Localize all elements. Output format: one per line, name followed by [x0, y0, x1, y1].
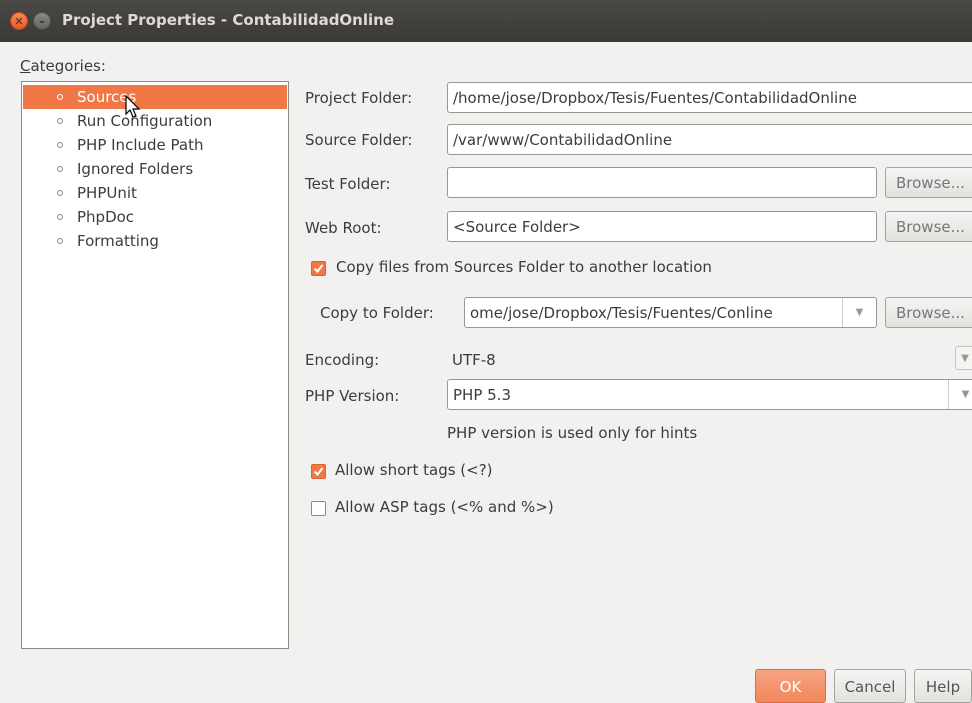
category-label: Ignored Folders	[77, 160, 194, 178]
copy-to-folder-value: ome/jose/Dropbox/Tesis/Fuentes/Conline	[470, 303, 773, 322]
bullet-icon	[57, 166, 63, 172]
category-label: Formatting	[77, 232, 159, 250]
bullet-icon	[57, 94, 63, 100]
copy-files-label[interactable]: Copy files from Sources Folder to anothe…	[336, 258, 712, 276]
project-folder-field[interactable]: /home/jose/Dropbox/Tesis/Fuentes/Contabi…	[447, 82, 972, 113]
bullet-icon	[57, 214, 63, 220]
bullet-icon	[57, 238, 63, 244]
web-root-label: Web Root:	[305, 219, 382, 237]
category-ignored-folders[interactable]: Ignored Folders	[23, 157, 287, 181]
web-root-browse-button[interactable]: Browse...	[885, 211, 972, 242]
category-label: PhpDoc	[77, 208, 135, 226]
test-folder-field[interactable]	[447, 167, 877, 198]
close-icon[interactable]: ✕	[10, 12, 28, 30]
categories-list[interactable]: Sources Run Configuration PHP Include Pa…	[21, 81, 289, 649]
category-run-configuration[interactable]: Run Configuration	[23, 109, 287, 133]
source-folder-field[interactable]: /var/www/ContabilidadOnline	[447, 124, 972, 155]
minimize-icon[interactable]: –	[33, 12, 51, 30]
copy-files-checkbox[interactable]	[311, 261, 326, 276]
encoding-dropdown-icon[interactable]: ▼	[955, 346, 972, 370]
category-phpdoc[interactable]: PhpDoc	[23, 205, 287, 229]
copy-to-folder-browse-button[interactable]: Browse...	[885, 297, 972, 328]
bullet-icon	[57, 190, 63, 196]
category-formatting[interactable]: Formatting	[23, 229, 287, 253]
copy-to-folder-combo[interactable]: ome/jose/Dropbox/Tesis/Fuentes/Conline ▼	[464, 297, 877, 328]
asp-tags-label[interactable]: Allow ASP tags (<% and %>)	[335, 498, 554, 516]
short-tags-label[interactable]: Allow short tags (<?)	[335, 461, 493, 479]
window-title: Project Properties - ContabilidadOnline	[62, 11, 394, 29]
encoding-value[interactable]: UTF-8	[452, 351, 496, 369]
chevron-down-icon[interactable]: ▼	[842, 298, 876, 327]
category-label: Run Configuration	[77, 112, 213, 130]
checkmark-icon	[313, 467, 324, 477]
encoding-label: Encoding:	[305, 351, 380, 369]
asp-tags-checkbox[interactable]	[311, 501, 326, 516]
category-label: PHPUnit	[77, 184, 137, 202]
bullet-icon	[57, 118, 63, 124]
php-version-combo[interactable]: PHP 5.3 ▼	[447, 379, 972, 410]
php-version-label: PHP Version:	[305, 387, 400, 405]
title-bar: ✕ – Project Properties - ContabilidadOnl…	[0, 0, 972, 42]
mouse-pointer-icon	[125, 95, 141, 118]
category-php-include-path[interactable]: PHP Include Path	[23, 133, 287, 157]
category-label: PHP Include Path	[77, 136, 204, 154]
chevron-down-icon[interactable]: ▼	[948, 380, 972, 409]
short-tags-checkbox[interactable]	[311, 464, 326, 479]
project-folder-label: Project Folder:	[305, 89, 413, 107]
categories-label: Categories:	[20, 57, 106, 75]
test-folder-label: Test Folder:	[305, 175, 391, 193]
copy-to-folder-label: Copy to Folder:	[320, 304, 434, 322]
php-version-hint: PHP version is used only for hints	[447, 424, 698, 442]
source-folder-label: Source Folder:	[305, 131, 413, 149]
bullet-icon	[57, 142, 63, 148]
checkmark-icon	[313, 264, 324, 274]
web-root-field[interactable]: <Source Folder>	[447, 211, 877, 242]
category-sources[interactable]: Sources	[23, 85, 287, 109]
test-folder-browse-button[interactable]: Browse...	[885, 167, 972, 198]
php-version-value: PHP 5.3	[453, 385, 511, 404]
category-phpunit[interactable]: PHPUnit	[23, 181, 287, 205]
